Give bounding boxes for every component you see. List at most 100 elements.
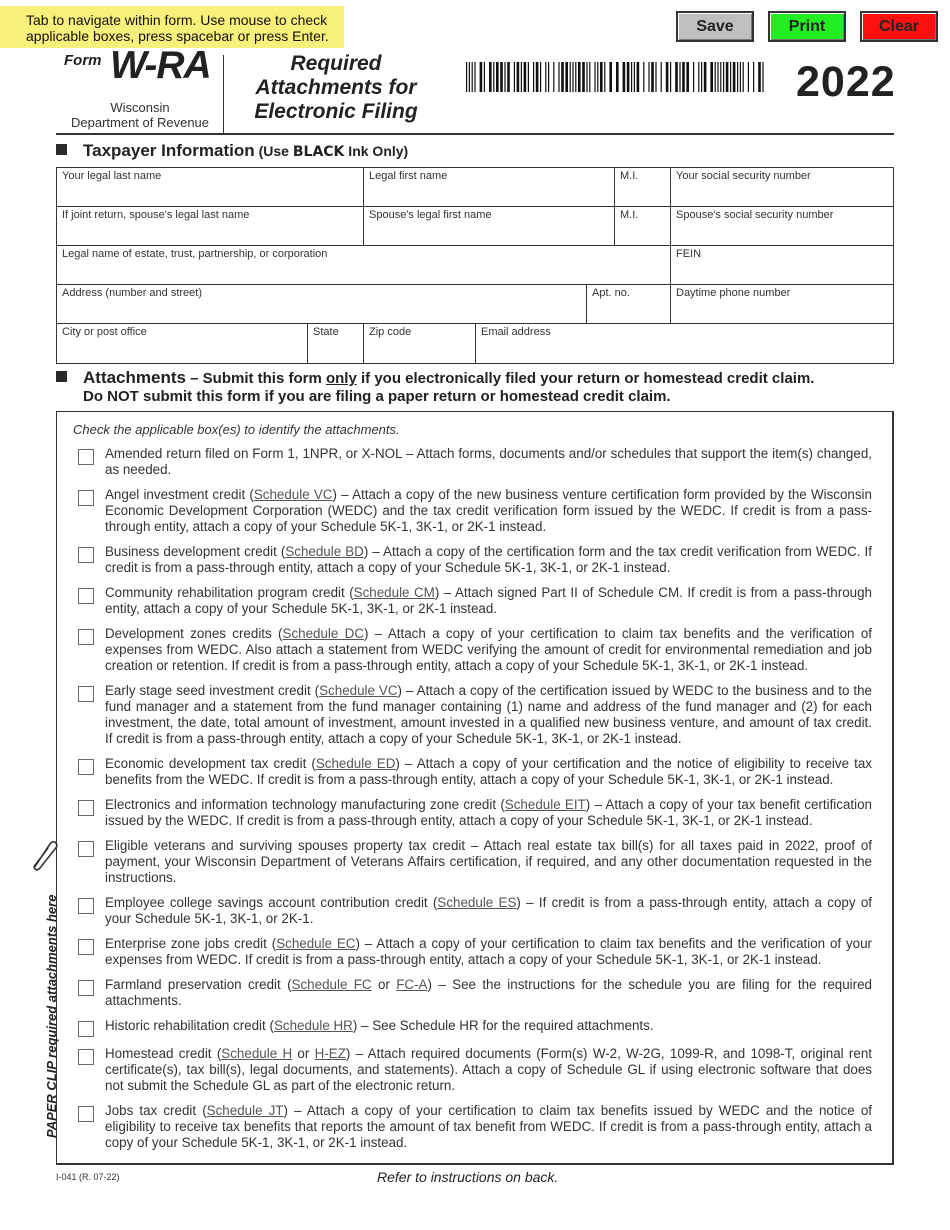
- barcode-bar: [710, 62, 713, 92]
- apt-field[interactable]: Apt. no.: [587, 285, 671, 323]
- attachment-checkbox[interactable]: [78, 800, 94, 816]
- attachment-text: Business development credit (Schedule BD…: [105, 544, 872, 576]
- barcode-bar: [553, 62, 555, 92]
- schedule-link[interactable]: Schedule EC: [276, 936, 355, 951]
- schedule-link[interactable]: Schedule H: [221, 1046, 292, 1061]
- attachment-checkbox[interactable]: [78, 898, 94, 914]
- agency-line-2: Department of Revenue: [70, 115, 210, 130]
- attachment-text-part: Farmland preservation credit (: [105, 977, 292, 992]
- attachment-text-part: Angel investment credit (: [105, 487, 254, 502]
- barcode-bar: [540, 62, 542, 92]
- barcode-bar: [604, 62, 606, 92]
- attachment-text: Angel investment credit (Schedule VC) – …: [105, 487, 872, 535]
- address-field[interactable]: Address (number and street): [57, 285, 587, 323]
- schedule-link[interactable]: Schedule FC: [292, 977, 372, 992]
- print-button[interactable]: Print: [768, 11, 846, 42]
- email-field[interactable]: Email address: [476, 324, 893, 363]
- barcode-bar: [732, 62, 736, 92]
- barcode-bar: [609, 62, 612, 92]
- schedule-link[interactable]: Schedule DC: [283, 626, 365, 641]
- attachment-checkbox[interactable]: [78, 939, 94, 955]
- save-button[interactable]: Save: [676, 11, 754, 42]
- spouse-last-name-field[interactable]: If joint return, spouse's legal last nam…: [57, 207, 364, 245]
- attachments-line1-pre: – Submit this form: [185, 370, 326, 387]
- attachment-checkbox[interactable]: [78, 759, 94, 775]
- attachment-checkbox[interactable]: [78, 1106, 94, 1122]
- phone-field[interactable]: Daytime phone number: [671, 285, 893, 323]
- form-id: W-RA: [110, 44, 212, 87]
- refer-note: Refer to instructions on back.: [377, 1169, 559, 1185]
- barcode-bar: [758, 62, 761, 92]
- barcode-bar: [489, 62, 492, 92]
- barcode-bar: [631, 62, 633, 92]
- attachment-item: Angel investment credit (Schedule VC) – …: [78, 487, 872, 535]
- schedule-link[interactable]: Schedule BD: [285, 544, 363, 559]
- schedule-link[interactable]: FC-A: [396, 977, 427, 992]
- attachment-text-part: Employee college savings account contrib…: [105, 895, 438, 910]
- barcode-bar: [471, 62, 473, 92]
- header-divider: [223, 55, 224, 133]
- attachment-checkbox[interactable]: [78, 449, 94, 465]
- barcode-bar: [523, 62, 527, 92]
- attachment-text-part: or: [292, 1046, 315, 1061]
- barcode-bar: [600, 62, 603, 92]
- attachment-text-part: Community rehabilitation program credit …: [105, 585, 354, 600]
- zip-field[interactable]: Zip code: [364, 324, 476, 363]
- barcode-bar: [626, 62, 630, 92]
- barcode-bar: [703, 62, 707, 92]
- taxpayer-info-grid: Your legal last name Legal first name M.…: [56, 167, 894, 364]
- fein-field[interactable]: FEIN: [671, 246, 893, 284]
- clear-button[interactable]: Clear: [860, 11, 938, 42]
- barcode-bar: [698, 62, 700, 92]
- attachment-text: Employee college savings account contrib…: [105, 895, 872, 927]
- title-line-1: Required: [290, 52, 382, 75]
- barcode-bar: [665, 62, 669, 92]
- schedule-link[interactable]: Schedule VC: [254, 487, 333, 502]
- attachment-text: Enterprise zone jobs credit (Schedule EC…: [105, 936, 872, 968]
- attachment-checkbox[interactable]: [78, 1021, 94, 1037]
- barcode-bar: [466, 62, 468, 92]
- schedule-link[interactable]: Schedule JT: [207, 1103, 284, 1118]
- city-field[interactable]: City or post office: [57, 324, 308, 363]
- attachment-checkbox[interactable]: [78, 588, 94, 604]
- taxpayer-info-heading: Taxpayer Information (Use BLACK Ink Only): [56, 141, 408, 161]
- schedule-link[interactable]: Schedule CM: [354, 585, 435, 600]
- tax-year: 2022: [796, 58, 896, 106]
- ink-note: (Use BLACK Ink Only): [259, 143, 409, 160]
- barcode-bar: [496, 62, 499, 92]
- barcode-bar: [594, 62, 596, 92]
- mi-field[interactable]: M.I.: [615, 168, 671, 206]
- attachment-checkbox[interactable]: [78, 629, 94, 645]
- ink-note-bold: BLACK: [292, 144, 345, 160]
- attachment-text: Development zones credits (Schedule DC) …: [105, 626, 872, 674]
- agency-name: Wisconsin Department of Revenue: [60, 100, 220, 130]
- attachment-text: Homestead credit (Schedule H or H-EZ) – …: [105, 1046, 872, 1094]
- barcode-bar: [723, 62, 725, 92]
- state-field[interactable]: State: [308, 324, 364, 363]
- spouse-mi-field[interactable]: M.I.: [615, 207, 671, 245]
- first-name-field[interactable]: Legal first name: [364, 168, 615, 206]
- attachment-checkbox[interactable]: [78, 490, 94, 506]
- attachment-checkbox[interactable]: [78, 547, 94, 563]
- spouse-ssn-field[interactable]: Spouse's social security number: [671, 207, 893, 245]
- schedule-link[interactable]: Schedule ES: [437, 895, 516, 910]
- attachment-checkbox[interactable]: [78, 686, 94, 702]
- barcode-bar: [507, 62, 510, 92]
- schedule-link[interactable]: H-EZ: [315, 1046, 346, 1061]
- schedule-link[interactable]: Schedule HR: [274, 1018, 353, 1033]
- attachment-checkbox[interactable]: [78, 841, 94, 857]
- attachment-checkbox[interactable]: [78, 1049, 94, 1065]
- attachment-checkbox[interactable]: [78, 980, 94, 996]
- ssn-field[interactable]: Your social security number: [671, 168, 893, 206]
- barcode-bar: [651, 62, 654, 92]
- entity-name-field[interactable]: Legal name of estate, trust, partnership…: [57, 246, 671, 284]
- schedule-link[interactable]: Schedule EIT: [505, 797, 586, 812]
- barcode-icon: [466, 62, 764, 92]
- schedule-link[interactable]: Schedule ED: [316, 756, 396, 771]
- paper-clip-note: PAPER CLIP required attachments here: [44, 894, 59, 1138]
- spouse-first-name-field[interactable]: Spouse's legal first name: [364, 207, 615, 245]
- attachment-text-part: Eligible veterans and surviving spouses …: [105, 838, 872, 885]
- barcode-bar: [561, 62, 564, 92]
- schedule-link[interactable]: Schedule VC: [319, 683, 397, 698]
- last-name-field[interactable]: Your legal last name: [57, 168, 364, 206]
